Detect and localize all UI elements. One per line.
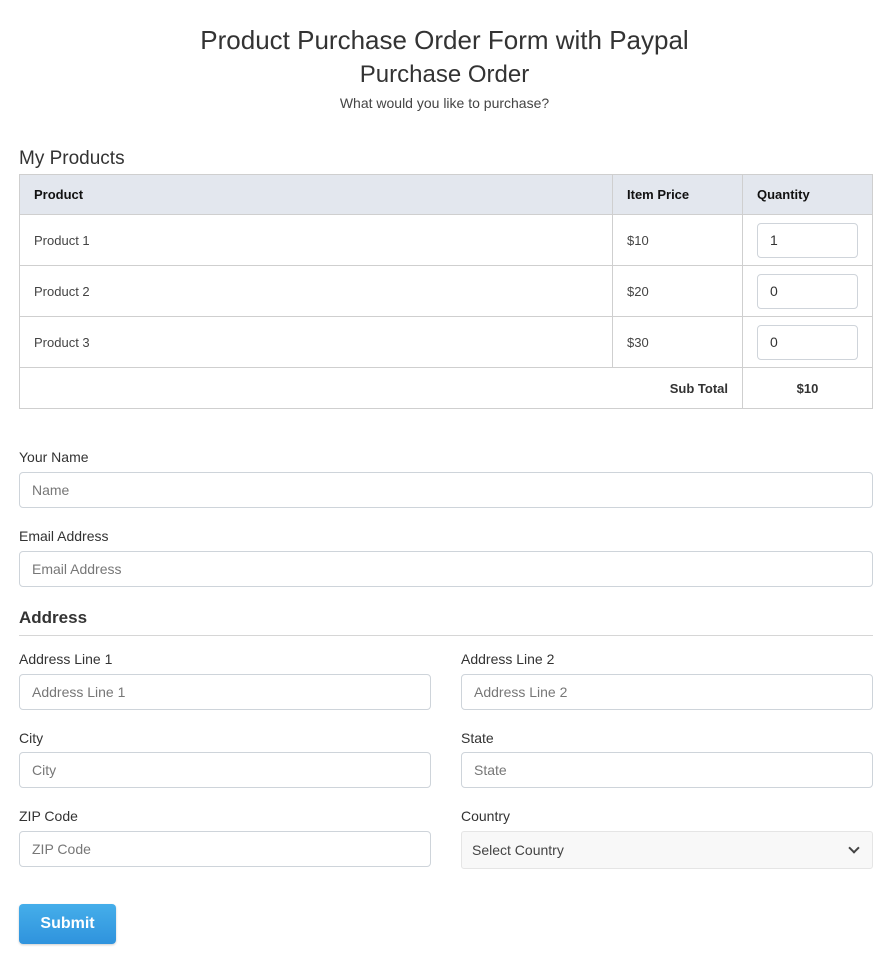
table-row: Product 3 $30 — [19, 316, 873, 368]
address-divider — [19, 635, 873, 636]
column-header-quantity: Quantity — [742, 174, 873, 215]
zip-code-input[interactable] — [19, 831, 431, 867]
state-input[interactable] — [461, 752, 873, 788]
address-line-2-label: Address Line 2 — [461, 651, 555, 667]
email-label: Email Address — [19, 528, 109, 544]
product-name: Product 2 — [19, 265, 613, 317]
country-select[interactable]: Select Country — [461, 831, 873, 869]
country-selected-value: Select Country — [472, 842, 564, 858]
products-section-title: My Products — [19, 148, 125, 169]
product-price: $10 — [612, 214, 743, 266]
quantity-cell — [742, 316, 873, 368]
table-row: Product 2 $20 — [19, 265, 873, 317]
column-header-item-price: Item Price — [612, 174, 743, 215]
city-label: City — [19, 730, 44, 746]
page-tagline: What would you like to purchase? — [339, 95, 550, 111]
chevron-down-icon — [848, 842, 860, 854]
submit-button[interactable]: Submit — [19, 904, 116, 944]
quantity-input-product-1[interactable] — [757, 222, 858, 258]
product-name: Product 3 — [19, 316, 613, 368]
address-line-1-input[interactable] — [19, 674, 431, 710]
products-table: Product Item Price Quantity Product 1 $1… — [19, 174, 873, 409]
table-header-row: Product Item Price Quantity — [19, 174, 873, 215]
product-name: Product 1 — [19, 214, 613, 266]
product-price: $20 — [612, 265, 743, 317]
purchase-order-page: Product Purchase Order Form with Paypal … — [0, 0, 889, 979]
page-title: Product Purchase Order Form with Paypal — [200, 25, 689, 55]
column-header-product: Product — [19, 174, 613, 215]
quantity-cell — [742, 265, 873, 317]
subtotal-label: Sub Total — [19, 367, 743, 409]
country-label: Country — [461, 808, 511, 824]
state-label: State — [461, 730, 494, 746]
address-section-title: Address — [19, 608, 88, 627]
page-subtitle: Purchase Order — [359, 61, 530, 88]
address-line-2-input[interactable] — [461, 674, 873, 710]
name-input[interactable] — [19, 472, 873, 508]
table-row: Product 1 $10 — [19, 214, 873, 266]
quantity-input-product-2[interactable] — [757, 273, 858, 309]
address-line-1-label: Address Line 1 — [19, 651, 113, 667]
zip-code-label: ZIP Code — [19, 808, 78, 824]
subtotal-row: Sub Total $10 — [19, 367, 873, 409]
product-price: $30 — [612, 316, 743, 368]
city-input[interactable] — [19, 752, 431, 788]
name-label: Your Name — [19, 449, 89, 465]
quantity-cell — [742, 214, 873, 266]
quantity-input-product-3[interactable] — [757, 324, 858, 360]
email-input[interactable] — [19, 551, 873, 587]
subtotal-value: $10 — [742, 367, 873, 409]
